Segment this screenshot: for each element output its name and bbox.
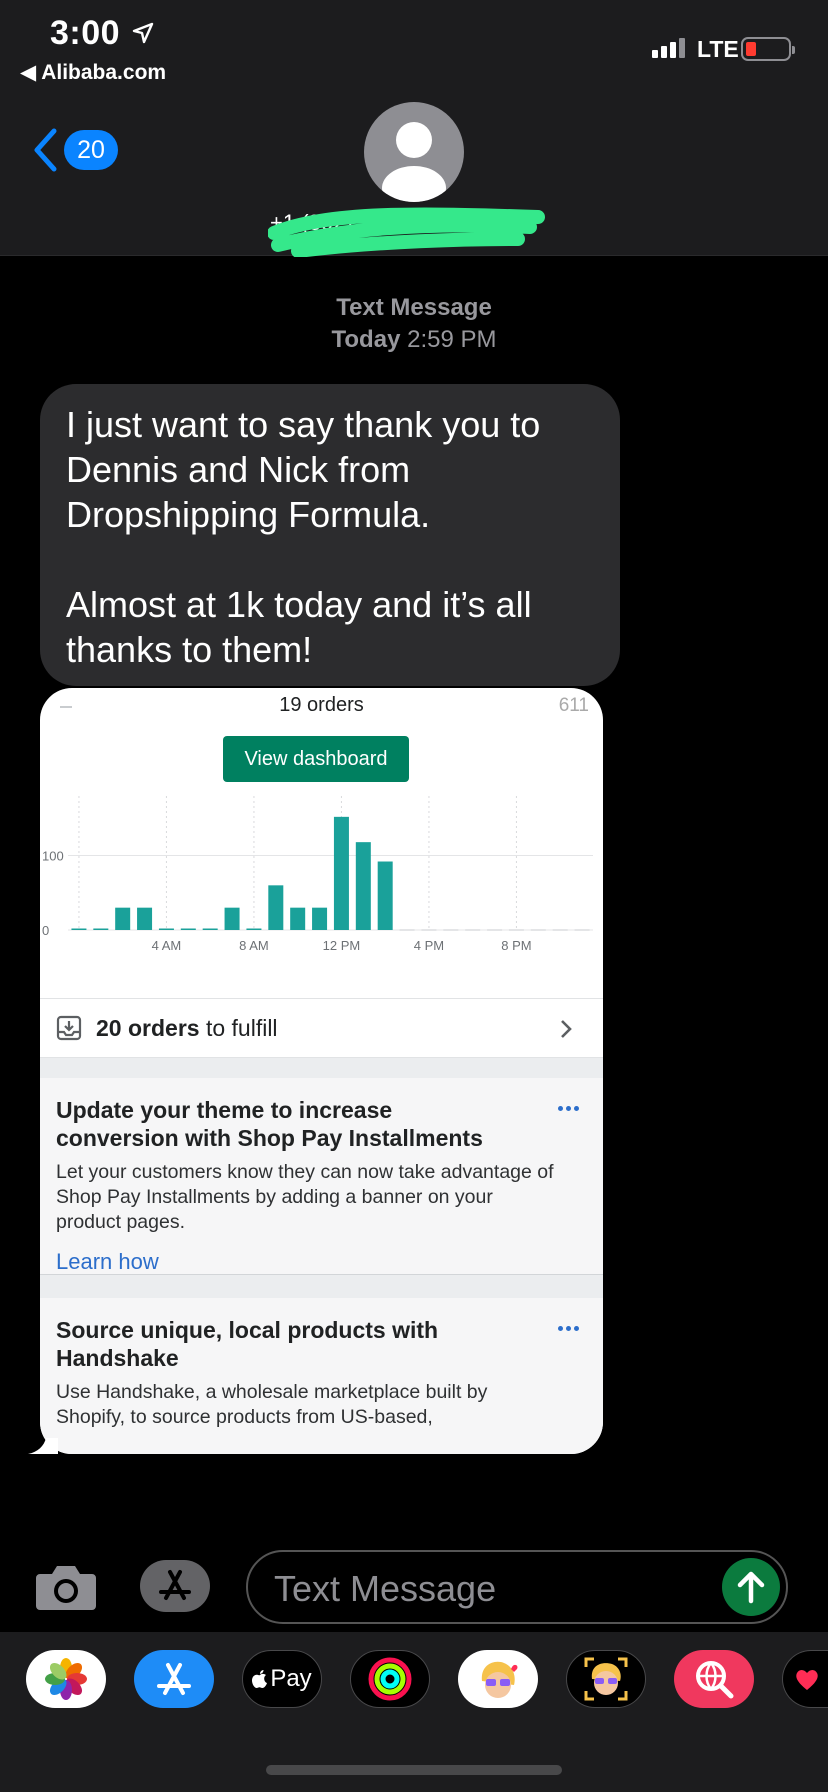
- learn-how-link[interactable]: Learn how: [56, 1249, 587, 1275]
- battery-icon: [741, 37, 795, 61]
- signal-strength-icon: [652, 38, 685, 58]
- app-store-icon: [157, 1663, 191, 1695]
- more-options-icon[interactable]: [558, 1106, 579, 1111]
- message-paragraph: Almost at 1k today and it’s all thanks t…: [66, 584, 532, 670]
- memoji-frame-icon: [584, 1657, 628, 1701]
- chart-bar: [224, 907, 240, 930]
- fulfill-label: to fulfill: [199, 1014, 278, 1041]
- chart-bar: [71, 928, 87, 930]
- chart-bar: [290, 907, 306, 930]
- network-type: LTE: [697, 36, 739, 62]
- chart-bar: [312, 907, 328, 930]
- chart-bar: [246, 928, 262, 930]
- camera-icon[interactable]: [34, 1562, 98, 1612]
- chart-bar: [333, 816, 349, 930]
- chart-bar: [93, 928, 109, 930]
- section-divider: [40, 1058, 603, 1078]
- chart-bar: [180, 928, 196, 930]
- chart-bar: [158, 928, 174, 930]
- back-to-app-link[interactable]: ◀ Alibaba.com: [20, 60, 166, 85]
- activity-rings-icon: [368, 1657, 412, 1701]
- unread-count-badge: 20: [64, 130, 118, 170]
- activity-app-button[interactable]: [350, 1650, 430, 1708]
- app-store-button[interactable]: [140, 1560, 210, 1612]
- apple-pay-button[interactable]: Pay: [242, 1650, 322, 1708]
- y-tick-label: 0: [42, 923, 49, 938]
- send-button[interactable]: [722, 1558, 780, 1616]
- fulfill-count: 20 orders: [96, 1014, 200, 1041]
- person-icon: [382, 122, 446, 202]
- handshake-card: Source unique, local products with Hands…: [40, 1298, 603, 1454]
- contact-avatar[interactable]: [364, 102, 464, 202]
- message-timestamp: Today 2:59 PM: [0, 326, 828, 354]
- status-time: 3:00: [50, 14, 121, 52]
- photos-icon: [45, 1658, 87, 1700]
- card-title: Source unique, local products with Hands…: [56, 1317, 439, 1371]
- apple-pay-label: Pay: [270, 1665, 312, 1692]
- orders-side-value: 611: [558, 695, 589, 716]
- timestamp-time: 2:59 PM: [407, 326, 497, 353]
- x-tick-label: 4 PM: [414, 938, 444, 953]
- chart-bar: [377, 861, 393, 930]
- card-title: Update your theme to increase conversion…: [56, 1097, 483, 1151]
- shop-pay-installments-card: Update your theme to increase conversion…: [40, 1078, 603, 1274]
- orders-to-fulfill-text: 20 orders to fulfill: [96, 1015, 278, 1042]
- card-body: Let your customers know they can now tak…: [56, 1161, 554, 1233]
- chevron-right-icon: [561, 1020, 572, 1038]
- orders-by-hour-chart: 100 0 4 AM 8 AM 12 PM 4 PM 8 PM: [42, 796, 593, 953]
- chart-bar: [268, 885, 284, 930]
- globe-search-icon: [696, 1661, 734, 1699]
- x-tick-label: 12 PM: [323, 938, 361, 953]
- chart-bar: [115, 907, 131, 930]
- section-divider: [40, 1274, 603, 1298]
- location-arrow-icon: [132, 22, 154, 44]
- screenshot-attachment[interactable]: 19 orders 611 View dashboard 100 0 4 AM 8 A…: [40, 688, 603, 1454]
- memoji-icon: [481, 1661, 518, 1698]
- incoming-message-bubble[interactable]: I just want to say thank you to Dennis a…: [40, 384, 620, 686]
- chevron-left-icon: [34, 128, 57, 172]
- more-options-icon[interactable]: [558, 1326, 579, 1331]
- home-indicator[interactable]: [266, 1765, 562, 1775]
- memoji-stickers-button[interactable]: [458, 1650, 538, 1708]
- message-input[interactable]: Text Message: [246, 1550, 788, 1624]
- message-service-label: Text Message: [336, 294, 492, 321]
- arrow-up-icon: [737, 1571, 765, 1604]
- orders-to-fulfill-row[interactable]: 20 orders to fulfill: [40, 998, 603, 1058]
- timestamp-day: Today: [331, 326, 401, 353]
- conversation-header: 3:00 ◀ Alibaba.com LTE 20 +1 (302) 5: [0, 0, 828, 257]
- message-placeholder: Text Message: [274, 1568, 497, 1609]
- x-tick-label: 8 PM: [501, 938, 531, 953]
- fulfill-tray-icon: [56, 1015, 82, 1041]
- chart-bar: [137, 907, 153, 930]
- y-tick-label: 100: [42, 849, 64, 864]
- photos-app-button[interactable]: [26, 1650, 106, 1708]
- card-body: Use Handshake, a wholesale marketplace b…: [56, 1381, 488, 1428]
- x-tick-label: 8 AM: [239, 938, 269, 953]
- redaction-scribble: [268, 207, 545, 257]
- orders-summary-bar: 19 orders 611: [40, 688, 603, 724]
- apple-logo-icon: [252, 1670, 268, 1688]
- orders-count: 19 orders: [279, 694, 364, 716]
- chart-bar: [355, 842, 371, 930]
- x-tick-label: 4 AM: [152, 938, 182, 953]
- app-store-icon: [159, 1570, 191, 1600]
- app-store-app-button[interactable]: [134, 1650, 214, 1708]
- memoji-camera-button[interactable]: [566, 1650, 646, 1708]
- bubble-tail: [28, 1438, 58, 1454]
- chart-bar: [202, 928, 218, 930]
- message-paragraph: I just want to say thank you to Dennis a…: [66, 404, 541, 535]
- image-search-app-button[interactable]: [674, 1650, 754, 1708]
- view-dashboard-button[interactable]: View dashboard: [223, 736, 409, 782]
- back-button[interactable]: 20: [32, 128, 118, 172]
- heart-icon: [796, 1670, 818, 1690]
